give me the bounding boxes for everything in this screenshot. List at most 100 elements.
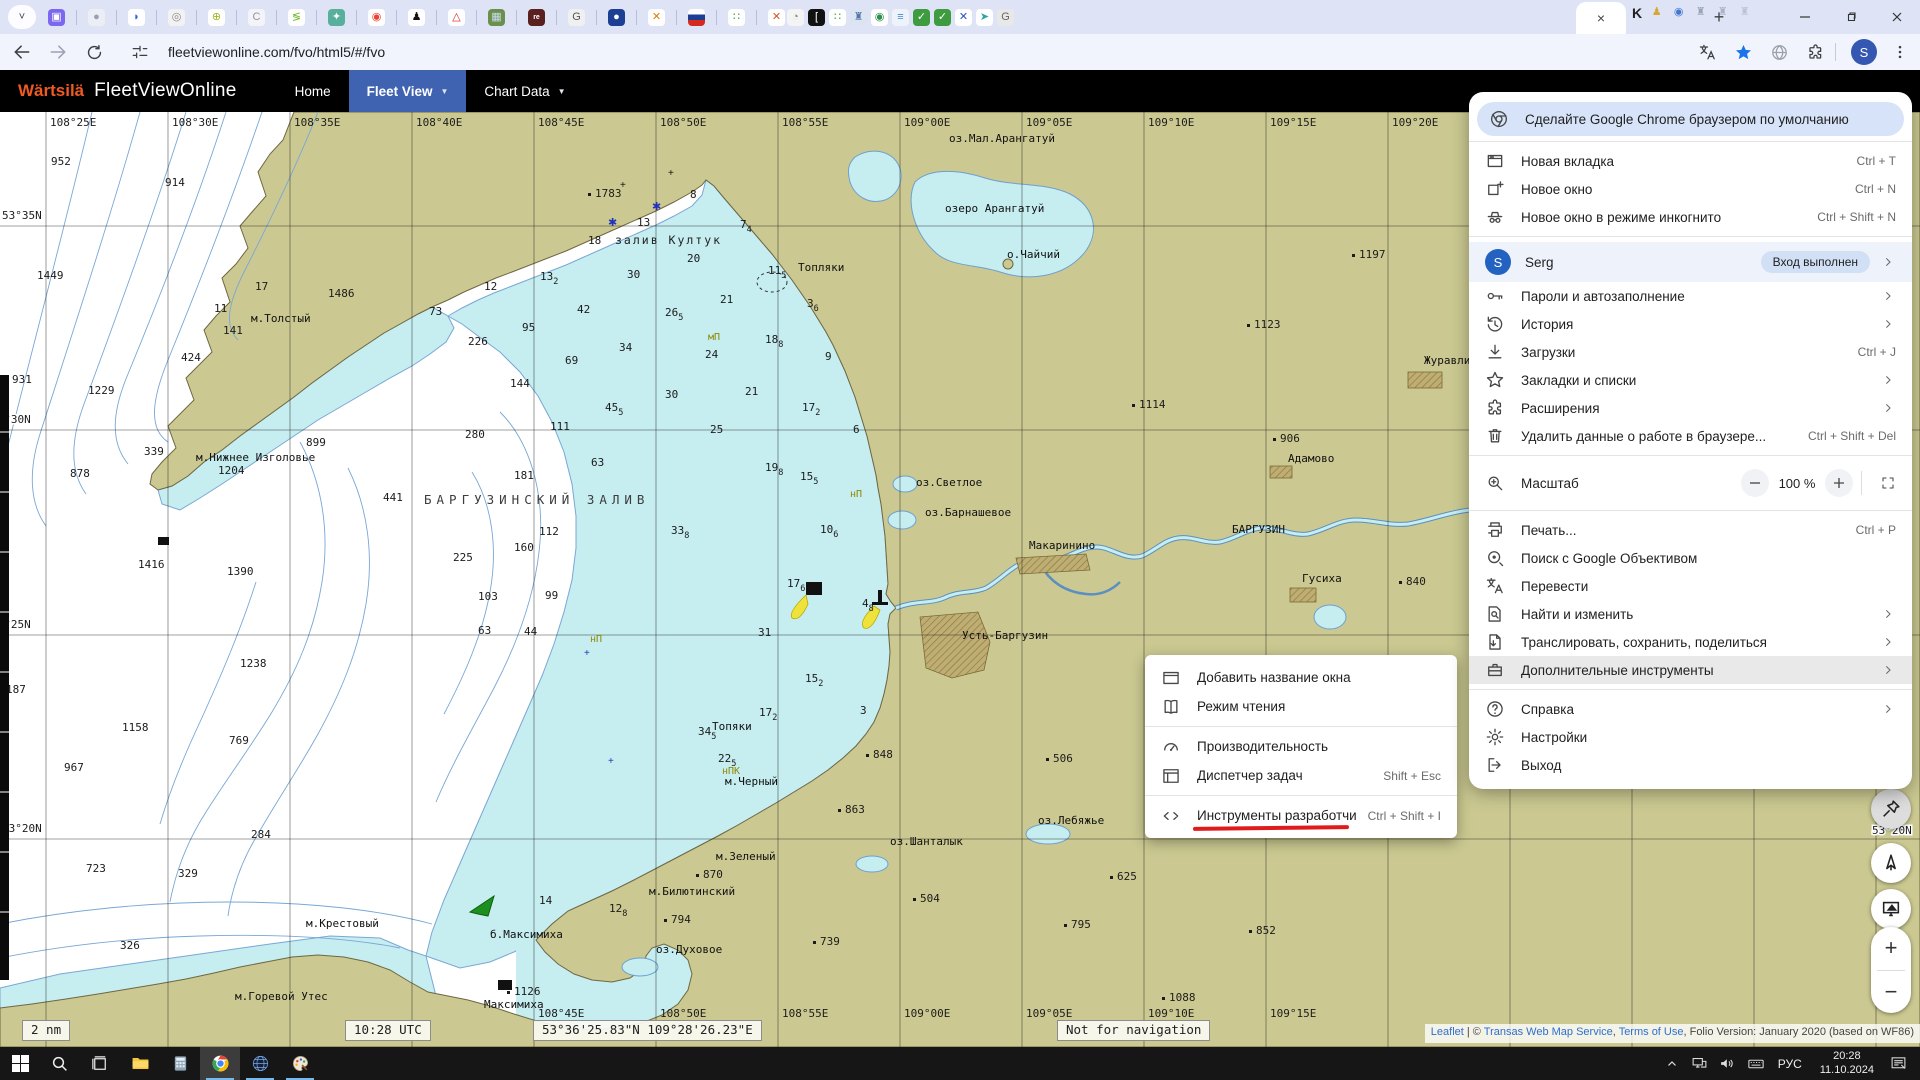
search-icon[interactable]: [40, 1047, 80, 1080]
chrome-menu-item-история[interactable]: История: [1469, 310, 1912, 338]
network-icon[interactable]: [1686, 1055, 1714, 1072]
translate-icon[interactable]: [1693, 38, 1721, 66]
minimize-button[interactable]: [1782, 0, 1828, 34]
chrome-menu-item-масштаб[interactable]: Масштаб100 %: [1469, 461, 1912, 505]
pinned-tab-favicon[interactable]: ●: [608, 9, 625, 26]
profile-avatar[interactable]: S: [1850, 38, 1878, 66]
language-indicator[interactable]: РУС: [1778, 1057, 1802, 1071]
menu-kebab-icon[interactable]: [1886, 38, 1914, 66]
chrome-menu-item-печать-[interactable]: Печать...Ctrl + P: [1469, 516, 1912, 544]
submenu-item-добавить-название-окна[interactable]: Добавить название окна: [1145, 663, 1457, 692]
pinned-tab-favicon[interactable]: ∷: [829, 9, 846, 26]
globe-icon[interactable]: [1765, 38, 1793, 66]
pinned-tab-favicon[interactable]: ✕: [648, 9, 665, 26]
pinned-tab-favicon[interactable]: ✕: [768, 9, 785, 26]
start-button[interactable]: [0, 1047, 40, 1080]
pinned-tab-favicon[interactable]: ●: [88, 9, 105, 26]
group-tab-favicon[interactable]: ♜: [1736, 4, 1753, 21]
paint-app-icon[interactable]: [280, 1047, 320, 1080]
task-view-button[interactable]: [80, 1047, 120, 1080]
active-tab[interactable]: ×: [1576, 2, 1626, 34]
pinned-tab-favicon[interactable]: G: [568, 9, 585, 26]
pinned-tab-favicon[interactable]: ♟: [408, 9, 425, 26]
chrome-menu-item-закладки-и-списки[interactable]: Закладки и списки: [1469, 366, 1912, 394]
pinned-tab-favicon[interactable]: [688, 9, 705, 26]
globe-app-icon[interactable]: [240, 1047, 280, 1080]
leaflet-link[interactable]: Leaflet: [1431, 1026, 1464, 1038]
pinned-tab-favicon[interactable]: ✓: [934, 9, 951, 26]
pinned-tab-favicon[interactable]: ∷: [728, 9, 745, 26]
pinned-tab-favicon[interactable]: C: [248, 9, 265, 26]
bookmark-star-icon[interactable]: [1729, 38, 1757, 66]
volume-icon[interactable]: [1714, 1055, 1742, 1072]
submenu-item-инструменты-разработчика[interactable]: Инструменты разработчикаCtrl + Shift + I: [1145, 801, 1457, 830]
pinned-tab-favicon[interactable]: G: [997, 9, 1014, 26]
pinned-tab-favicon[interactable]: ≶: [288, 9, 305, 26]
site-settings-icon[interactable]: [126, 38, 154, 66]
notification-center-icon[interactable]: [1884, 1055, 1912, 1072]
pinned-tab-favicon[interactable]: ✦: [328, 9, 345, 26]
submenu-item-диспетчер-задач[interactable]: Диспетчер задачShift + Esc: [1145, 761, 1457, 790]
pinned-tab-favicon[interactable]: ◉: [368, 9, 385, 26]
chrome-menu-item-загрузки[interactable]: ЗагрузкиCtrl + J: [1469, 338, 1912, 366]
pinned-tab-favicon[interactable]: ✓: [913, 9, 930, 26]
app-logo[interactable]: Wärtsilä FleetViewOnline: [18, 70, 237, 112]
keyboard-icon[interactable]: [1742, 1055, 1770, 1073]
back-icon[interactable]: [8, 38, 36, 66]
monitor-button[interactable]: [1871, 889, 1911, 929]
zoom-in-button[interactable]: +: [1871, 927, 1911, 970]
pin-tool-button[interactable]: [1871, 789, 1911, 829]
chrome-menu-item-сделайте-google-chrome-браузером[interactable]: Сделайте Google Chrome браузером по умол…: [1477, 102, 1904, 136]
chrome-menu-item-найти-и-изменить[interactable]: Найти и изменить: [1469, 600, 1912, 628]
pinned-tab-favicon[interactable]: ◔: [787, 9, 804, 26]
pinned-tab-favicon[interactable]: ♜: [850, 9, 867, 26]
transas-link[interactable]: Transas Web Map Service: [1484, 1026, 1613, 1038]
chrome-menu-item-настройки[interactable]: Настройки: [1469, 723, 1912, 751]
pinned-tab-favicon[interactable]: ◗: [128, 9, 145, 26]
tab-close-icon[interactable]: ×: [1597, 10, 1605, 26]
submenu-item-производительность[interactable]: Производительность: [1145, 732, 1457, 761]
terms-link[interactable]: Terms of Use: [1619, 1026, 1684, 1038]
chrome-menu-item-пароли-и-автозаполнение[interactable]: Пароли и автозаполнение: [1469, 282, 1912, 310]
pinned-tab-favicon[interactable]: ▣: [48, 9, 65, 26]
nav-chart-data[interactable]: Chart Data▼: [466, 70, 583, 112]
new-tab-button[interactable]: +: [1706, 4, 1732, 30]
chrome-menu-item-поиск-с-google-объективом[interactable]: Поиск с Google Объективом: [1469, 544, 1912, 572]
chrome-taskbar-icon[interactable]: [200, 1047, 240, 1080]
chrome-menu-item-serg[interactable]: SSergВход выполнен: [1469, 242, 1912, 282]
chrome-menu-item-новое-окно[interactable]: Новое окноCtrl + N: [1469, 175, 1912, 203]
chrome-menu-item-новая-вкладка[interactable]: Новая вкладкаCtrl + T: [1469, 147, 1912, 175]
maximize-button[interactable]: [1828, 0, 1874, 34]
url-text[interactable]: fleetviewonline.com/fvo/html5/#/fvo: [168, 44, 385, 60]
pinned-tab-favicon[interactable]: ◎: [168, 9, 185, 26]
chrome-menu-item-новое-окно-в-режиме-инкогнито[interactable]: Новое окно в режиме инкогнитоCtrl + Shif…: [1469, 203, 1912, 231]
chrome-menu-item-выход[interactable]: Выход: [1469, 751, 1912, 779]
zoom-in-button[interactable]: [1825, 469, 1853, 497]
chrome-menu-item-перевести[interactable]: Перевести: [1469, 572, 1912, 600]
north-arrow-button[interactable]: [1871, 843, 1911, 883]
tray-chevron-up-icon[interactable]: [1658, 1057, 1686, 1071]
chrome-menu-item-дополнительные-инструменты[interactable]: Дополнительные инструменты: [1469, 656, 1912, 684]
pinned-tab-favicon[interactable]: ⊕: [208, 9, 225, 26]
tab-group[interactable]: K ♟◉♜♜♜: [1632, 4, 1755, 21]
tab-search-button[interactable]: ˅: [8, 5, 36, 29]
extensions-icon[interactable]: [1801, 38, 1829, 66]
pinned-tab-favicon[interactable]: ➤: [976, 9, 993, 26]
file-explorer-icon[interactable]: [120, 1047, 160, 1080]
reload-icon[interactable]: [80, 38, 108, 66]
group-tab-favicon[interactable]: ◉: [1670, 4, 1687, 21]
nav-home[interactable]: Home: [277, 70, 349, 112]
pinned-tab-favicon[interactable]: ≡: [892, 9, 909, 26]
close-window-button[interactable]: [1874, 0, 1920, 34]
pinned-tab-favicon[interactable]: ✕: [955, 9, 972, 26]
pinned-tab-favicon[interactable]: ◉: [871, 9, 888, 26]
chrome-menu-item-справка[interactable]: Справка: [1469, 695, 1912, 723]
submenu-item-режим-чтения[interactable]: Режим чтения: [1145, 692, 1457, 721]
forward-icon[interactable]: [44, 38, 72, 66]
pinned-tab-favicon[interactable]: [: [808, 9, 825, 26]
chrome-menu-item-расширения[interactable]: Расширения: [1469, 394, 1912, 422]
pinned-tab-favicon[interactable]: ▦: [488, 9, 505, 26]
chrome-menu-item-транслировать-сохранить-поделить[interactable]: Транслировать, сохранить, поделиться: [1469, 628, 1912, 656]
zoom-out-button[interactable]: [1741, 469, 1769, 497]
zoom-out-button[interactable]: −: [1871, 971, 1911, 1014]
